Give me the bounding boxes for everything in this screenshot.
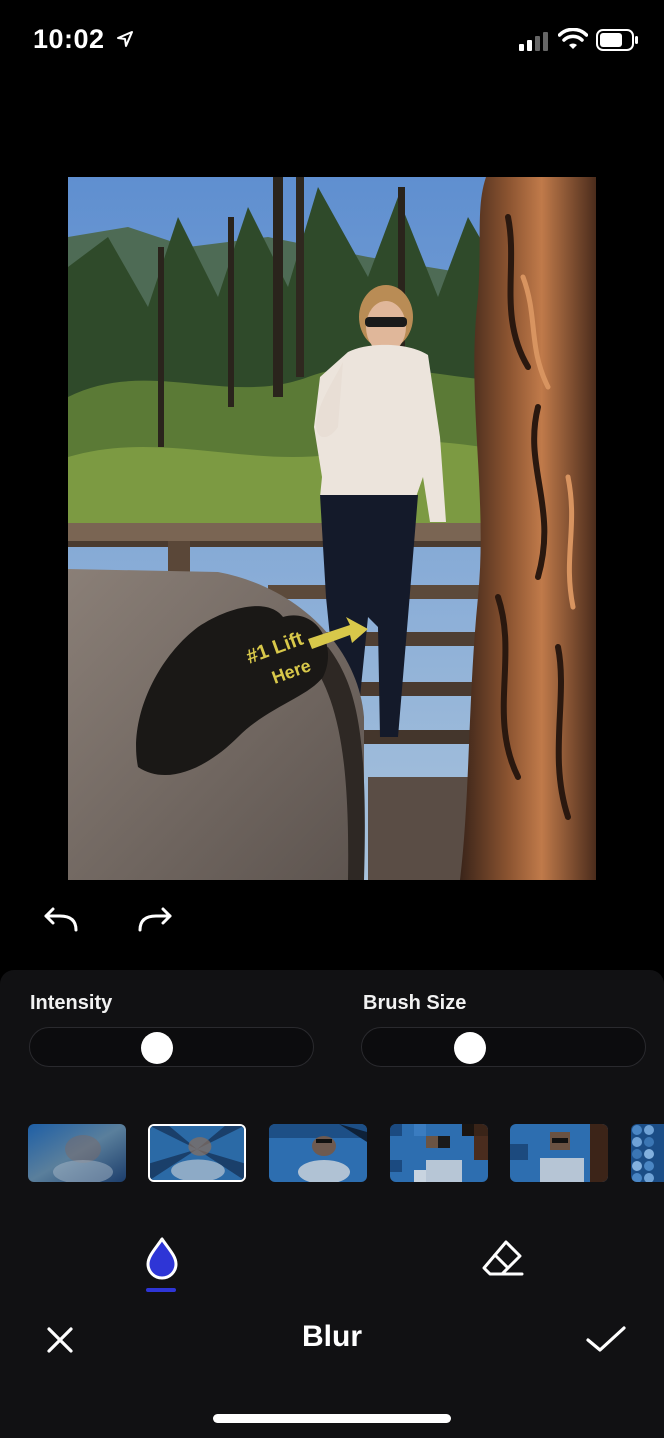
intensity-slider[interactable] (29, 1027, 314, 1067)
home-indicator (213, 1414, 451, 1423)
redo-icon[interactable] (132, 900, 178, 940)
checkmark-icon[interactable] (584, 1322, 628, 1356)
undo-icon[interactable] (38, 900, 84, 940)
blur-drop-icon[interactable] (142, 1236, 182, 1280)
battery-icon (596, 29, 638, 51)
close-icon[interactable] (44, 1324, 76, 1356)
effect-thumbnail-pixelate-large[interactable] (510, 1124, 608, 1182)
effect-thumbnail-blur-zoom[interactable] (148, 1124, 246, 1182)
intensity-slider-thumb[interactable] (141, 1032, 174, 1064)
photo-canvas[interactable]: #1 Lift Here (68, 177, 596, 880)
effect-thumbnail-pixelate-small[interactable] (390, 1124, 488, 1182)
effect-thumbnail-mosaic[interactable] (631, 1124, 664, 1182)
effect-thumbnail-blur-motion[interactable] (269, 1124, 367, 1182)
brush-size-slider-thumb[interactable] (453, 1032, 486, 1064)
mode-title: Blur (302, 1320, 362, 1353)
wifi-icon (558, 28, 588, 49)
intensity-label: Intensity (30, 992, 113, 1014)
status-time: 10:02 (33, 24, 105, 54)
effect-strip (0, 1124, 664, 1182)
blur-control-panel: Intensity Brush Size Blur (0, 970, 664, 1438)
active-tool-indicator (146, 1288, 176, 1292)
status-bar: 10:02 (0, 0, 664, 80)
brush-size-slider[interactable] (361, 1027, 646, 1067)
brush-size-label: Brush Size (363, 992, 467, 1014)
location-arrow-icon (117, 31, 133, 47)
effect-thumbnail-blur-soft[interactable] (28, 1124, 126, 1182)
eraser-icon[interactable] (480, 1238, 524, 1278)
cellular-signal-icon (519, 32, 548, 51)
